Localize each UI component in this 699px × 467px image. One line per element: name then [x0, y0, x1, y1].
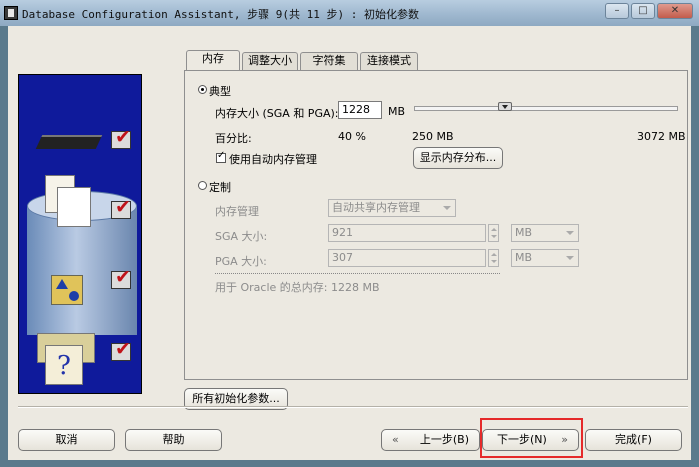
total-divider [215, 273, 500, 274]
sga-size-input[interactable]: 921 [328, 224, 486, 242]
percent-value: 40 % [338, 130, 366, 143]
custom-radio[interactable] [198, 181, 207, 190]
completed-check-icon [111, 126, 131, 149]
memory-tab-panel: 典型 内存大小 (SGA 和 PGA): 1228 MB 百分比: 40 % 2… [184, 70, 688, 380]
completed-check-icon [111, 196, 131, 219]
chevron-down-icon [443, 206, 451, 210]
total-memory-label: 用于 Oracle 的总内存: 1228 MB [215, 281, 380, 294]
typical-label: 典型 [209, 85, 231, 98]
typical-radio[interactable] [198, 85, 207, 94]
slider-max-label: 3072 MB [637, 130, 686, 143]
chevron-down-icon [566, 256, 574, 260]
maximize-button[interactable]: □ [631, 3, 655, 19]
app-icon [4, 6, 18, 20]
sga-size-label: SGA 大小: [215, 230, 268, 243]
memory-size-label: 内存大小 (SGA 和 PGA): [215, 107, 339, 120]
minimize-icon: – [614, 5, 620, 16]
memory-slider-thumb[interactable] [498, 102, 513, 111]
memory-size-unit: MB [388, 105, 406, 118]
pga-spinner-icon[interactable] [488, 249, 499, 267]
pga-unit-select[interactable]: MB [511, 249, 579, 267]
auto-memory-label: 使用自动内存管理 [229, 153, 317, 166]
shapes-icon [51, 275, 83, 305]
window-title: Database Configuration Assistant, 步骤 9(共… [22, 8, 420, 21]
completed-check-icon [111, 266, 131, 289]
completed-check-icon [111, 338, 131, 361]
question-document-icon: ? [45, 345, 83, 385]
pga-unit-value: MB [515, 251, 533, 264]
tab-connection-mode[interactable]: 连接模式 [360, 52, 418, 70]
close-icon: ✕ [670, 5, 680, 16]
back-button-label: 上一步(B) [419, 433, 469, 446]
memory-management-value: 自动共享内存管理 [332, 201, 420, 214]
pga-size-input[interactable]: 307 [328, 249, 486, 267]
tab-memory[interactable]: 内存 [186, 50, 240, 70]
percent-label: 百分比: [215, 132, 252, 145]
sga-spinner-icon[interactable] [488, 224, 499, 242]
memory-management-label: 内存管理 [215, 205, 259, 218]
sga-unit-value: MB [515, 226, 533, 239]
memory-size-input[interactable]: 1228 [338, 101, 382, 119]
tab-sizing[interactable]: 调整大小 [242, 52, 298, 70]
dialog-body: ? 内存 调整大小 字符集 连接模式 典型 内存大小 (SGA 和 PGA): … [8, 26, 691, 460]
cancel-button[interactable]: 取消 [18, 429, 115, 451]
chevron-left-icon: « [392, 433, 399, 446]
memory-slider-track[interactable] [414, 106, 678, 111]
show-memory-distribution-button[interactable]: 显示内存分布... [413, 147, 503, 169]
custom-label: 定制 [209, 181, 231, 194]
sga-unit-select[interactable]: MB [511, 224, 579, 242]
memory-management-select[interactable]: 自动共享内存管理 [328, 199, 456, 217]
help-button[interactable]: 帮助 [125, 429, 222, 451]
finish-button[interactable]: 完成(F) [585, 429, 682, 451]
title-bar: Database Configuration Assistant, 步骤 9(共… [0, 0, 699, 26]
chevron-down-icon [566, 231, 574, 235]
auto-memory-checkbox[interactable] [216, 150, 226, 163]
back-button[interactable]: « 上一步(B) [381, 429, 480, 451]
pga-size-label: PGA 大小: [215, 255, 267, 268]
tab-character-sets[interactable]: 字符集 [300, 52, 358, 70]
documents-icon [57, 187, 91, 227]
wizard-graphic: ? [18, 74, 142, 394]
footer-separator [18, 406, 688, 408]
minimize-button[interactable]: – [605, 3, 629, 19]
close-button[interactable]: ✕ [657, 3, 693, 19]
highlight-annotation [480, 418, 583, 458]
slider-min-label: 250 MB [412, 130, 454, 143]
maximize-icon: □ [638, 5, 648, 16]
memory-chip-icon [35, 135, 103, 149]
